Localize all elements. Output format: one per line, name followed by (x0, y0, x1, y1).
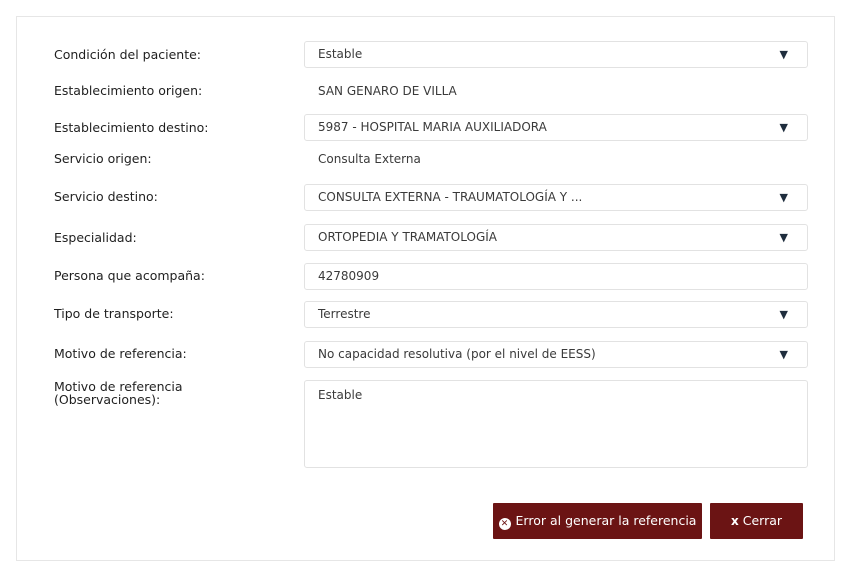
motivo-value: No capacidad resolutiva (por el nivel de… (318, 347, 596, 361)
dropdown-arrow-icon: ▼ (779, 191, 788, 204)
observaciones-textarea[interactable]: Estable (304, 380, 808, 468)
est-destino-select[interactable]: 5987 - HOSPITAL MARIA AUXILIADORA ▼ (304, 114, 808, 141)
x-circle-icon: ✕ (498, 518, 511, 530)
dropdown-arrow-icon: ▼ (779, 231, 788, 244)
condicion-value: Estable (318, 47, 363, 61)
serv-destino-value: CONSULTA EXTERNA - TRAUMATOLOGÍA Y ... (318, 190, 583, 204)
especialidad-label: Especialidad: (54, 230, 137, 245)
condicion-select[interactable]: Estable ▼ (304, 41, 808, 68)
serv-destino-select[interactable]: CONSULTA EXTERNA - TRAUMATOLOGÍA Y ... ▼ (304, 184, 808, 211)
motivo-select[interactable]: No capacidad resolutiva (por el nivel de… (304, 341, 808, 368)
acompana-input[interactable]: 42780909 (304, 263, 808, 290)
dropdown-arrow-icon: ▼ (779, 308, 788, 321)
est-origen-label: Establecimiento origen: (54, 83, 203, 98)
serv-origen-label: Servicio origen: (54, 151, 152, 166)
close-button[interactable]: x Cerrar (710, 503, 803, 539)
condicion-label: Condición del paciente: (54, 47, 202, 62)
transporte-value: Terrestre (318, 307, 371, 321)
error-button-label: Error al generar la referencia (515, 513, 697, 528)
serv-origen-value: Consulta Externa (318, 152, 421, 166)
dropdown-arrow-icon: ▼ (779, 348, 788, 361)
close-button-label: Cerrar (742, 513, 783, 528)
error-generate-referral-button[interactable]: ✕ Error al generar la referencia (493, 503, 702, 539)
observaciones-label: Motivo de referencia (Observaciones): (54, 380, 183, 406)
transporte-select[interactable]: Terrestre ▼ (304, 301, 808, 328)
especialidad-select[interactable]: ORTOPEDIA Y TRAMATOLOGÍA ▼ (304, 224, 808, 251)
dropdown-arrow-icon: ▼ (779, 121, 788, 134)
transporte-label: Tipo de transporte: (54, 306, 174, 321)
observaciones-label-line2: (Observaciones): (54, 392, 161, 407)
acompana-label: Persona que acompaña: (54, 268, 205, 283)
dropdown-arrow-icon: ▼ (779, 48, 788, 61)
est-destino-value: 5987 - HOSPITAL MARIA AUXILIADORA (318, 120, 547, 134)
est-destino-label: Establecimiento destino: (54, 120, 209, 135)
acompana-value: 42780909 (318, 269, 380, 283)
motivo-label: Motivo de referencia: (54, 346, 187, 361)
serv-destino-label: Servicio destino: (54, 189, 158, 204)
especialidad-value: ORTOPEDIA Y TRAMATOLOGÍA (318, 230, 497, 244)
x-icon: x (730, 514, 739, 528)
est-origen-value: SAN GENARO DE VILLA (318, 84, 457, 98)
